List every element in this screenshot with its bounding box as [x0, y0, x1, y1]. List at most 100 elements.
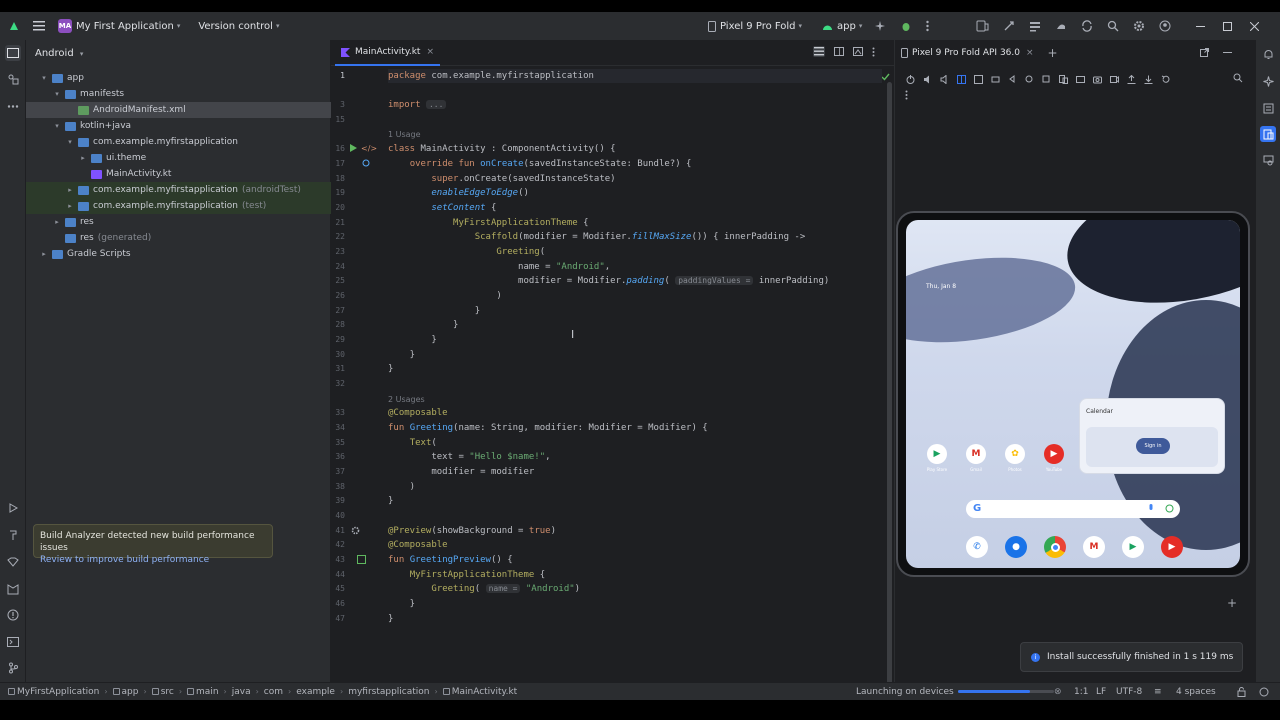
running-devices-icon[interactable]: [1260, 126, 1276, 142]
project-view-selector[interactable]: Android ▾: [35, 48, 83, 59]
usages-hint[interactable]: 2 Usages: [388, 395, 425, 404]
overview-icon[interactable]: [1041, 74, 1051, 84]
upload-icon[interactable]: [1126, 74, 1136, 84]
gemini-icon[interactable]: [1260, 73, 1276, 89]
zoom-icon[interactable]: [1233, 73, 1243, 83]
back-icon[interactable]: [1007, 74, 1017, 84]
more-vertical-icon[interactable]: [905, 90, 908, 100]
fold-icon[interactable]: [956, 74, 966, 84]
usages-hint[interactable]: 1 Usage: [388, 130, 421, 139]
device-selector[interactable]: Pixel 9 Pro Fold ▾: [708, 12, 802, 40]
tree-item[interactable]: ▸ com.example.myfirstapplication (test): [26, 198, 331, 214]
more-horizontal-icon[interactable]: [5, 98, 21, 114]
snapshot-icon[interactable]: [1075, 74, 1085, 84]
code-editor[interactable]: MainActivity.kt × 1 3 15 16 17 18 19 20 …: [331, 40, 894, 704]
line-separator[interactable]: LF: [1096, 687, 1106, 697]
tree-item[interactable]: ▾ app: [26, 70, 331, 86]
reset-icon[interactable]: [1160, 74, 1170, 84]
device-explorer-icon[interactable]: [1260, 100, 1276, 116]
power-icon[interactable]: [905, 74, 915, 84]
tree-item[interactable]: AndroidManifest.xml: [26, 102, 331, 118]
build-analyzer-notification[interactable]: Build Analyzer detected new build perfor…: [33, 524, 273, 565]
tree-item[interactable]: ▸ Gradle Scripts: [26, 246, 331, 262]
project-name-menu[interactable]: My First Application: [76, 21, 174, 32]
notification-link[interactable]: Review to improve build performance: [40, 554, 266, 566]
dock-chrome[interactable]: [1042, 536, 1068, 558]
volume-up-icon[interactable]: [922, 74, 932, 84]
unfold-icon[interactable]: [973, 74, 983, 84]
sync-icon[interactable]: [1081, 20, 1093, 32]
assistant-icon[interactable]: [1259, 687, 1269, 697]
dock-youtube[interactable]: ▶: [1159, 536, 1185, 558]
background-task-label[interactable]: Launching on devices: [856, 687, 954, 697]
search-icon[interactable]: [1107, 20, 1119, 32]
breadcrumb-item[interactable]: myfirstapplication: [348, 687, 429, 697]
caret-position[interactable]: 1:1: [1074, 687, 1088, 697]
design-view-icon[interactable]: [853, 46, 863, 57]
terminal-icon[interactable]: [5, 634, 21, 650]
tree-item[interactable]: ▸ res: [26, 214, 331, 230]
expand-arrow-icon[interactable]: ▸: [65, 202, 75, 210]
breadcrumb-item[interactable]: example: [296, 687, 335, 697]
record-screen-icon[interactable]: [1109, 74, 1119, 84]
app-gmail[interactable]: M Gmail: [963, 444, 989, 472]
preview-gear-icon[interactable]: [351, 526, 360, 535]
download-icon[interactable]: [1143, 74, 1153, 84]
lens-icon[interactable]: [1165, 504, 1174, 513]
expand-arrow-icon[interactable]: ▸: [39, 250, 49, 258]
breadcrumb-item[interactable]: MyFirstApplication: [17, 687, 99, 697]
file-encoding[interactable]: UTF-8: [1116, 687, 1142, 697]
close-icon[interactable]: [1250, 21, 1259, 31]
tree-item[interactable]: MainActivity.kt: [26, 166, 331, 182]
dock-messages[interactable]: ●: [1003, 536, 1029, 558]
app-photos[interactable]: ✿ Photos: [1002, 444, 1028, 472]
google-search-bar[interactable]: G: [966, 500, 1180, 518]
project-view-icon[interactable]: [5, 45, 21, 61]
device-mirror-icon[interactable]: [1058, 74, 1068, 84]
add-device-icon[interactable]: +: [1048, 46, 1058, 60]
mic-icon[interactable]: [1148, 504, 1154, 514]
build-icon[interactable]: [1029, 20, 1041, 32]
account-icon[interactable]: [1159, 20, 1171, 32]
close-tab-icon[interactable]: ×: [1026, 48, 1034, 58]
breadcrumb-item[interactable]: MainActivity.kt: [452, 687, 517, 697]
gear-icon[interactable]: [1133, 20, 1145, 32]
tree-item[interactable]: ▾ kotlin+java: [26, 118, 331, 134]
maximize-icon[interactable]: [1223, 21, 1232, 31]
expand-arrow-icon[interactable]: ▸: [78, 154, 88, 162]
main-menu-icon[interactable]: [33, 21, 45, 31]
run-config-selector[interactable]: app ▾: [822, 12, 862, 40]
editor-scrollbar[interactable]: [887, 82, 892, 704]
rotate-icon[interactable]: [990, 74, 1000, 84]
logcat-icon[interactable]: [5, 581, 21, 597]
sdk-manager-icon[interactable]: [1003, 20, 1015, 32]
zoom-in-icon[interactable]: +: [1227, 596, 1237, 610]
apply-changes-icon[interactable]: [874, 20, 886, 32]
lock-icon[interactable]: [1237, 686, 1246, 697]
no-problems-check-icon[interactable]: [881, 73, 890, 81]
indent-settings-icon[interactable]: ≡: [1154, 687, 1162, 697]
more-vertical-icon[interactable]: [872, 46, 875, 57]
run-gutter-icon[interactable]: [349, 144, 357, 152]
device-manager-icon[interactable]: [976, 20, 989, 32]
breadcrumb-item[interactable]: com: [264, 687, 283, 697]
version-control-icon[interactable]: [5, 660, 21, 676]
expand-arrow-icon[interactable]: ▾: [65, 138, 75, 146]
override-gutter-icon[interactable]: [362, 159, 370, 167]
code-gutter-icon[interactable]: </>: [361, 144, 377, 153]
volume-down-icon[interactable]: [939, 74, 949, 84]
problems-icon[interactable]: [5, 607, 21, 623]
close-tab-icon[interactable]: ×: [426, 47, 434, 57]
app-youtube[interactable]: ▶ YouTube: [1041, 444, 1067, 472]
open-external-icon[interactable]: [1200, 48, 1209, 57]
minimize-panel-icon[interactable]: [1223, 48, 1232, 57]
run-icon[interactable]: [5, 500, 21, 516]
breadcrumb-item[interactable]: java: [232, 687, 251, 697]
project-badge[interactable]: MA: [58, 19, 72, 33]
build-tool-icon[interactable]: [5, 527, 21, 543]
code-view-icon[interactable]: [813, 46, 825, 57]
breadcrumb-item[interactable]: main: [196, 687, 219, 697]
expand-arrow-icon[interactable]: ▾: [39, 74, 49, 82]
cancel-task-icon[interactable]: ⊗: [1054, 687, 1062, 697]
preview-gutter-icon[interactable]: [357, 555, 366, 564]
